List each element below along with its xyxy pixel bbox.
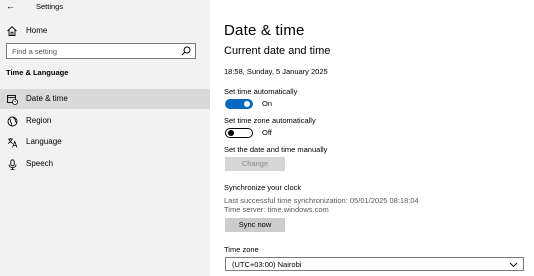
change-button[interactable]: Change [225, 157, 285, 171]
back-button[interactable]: ← [6, 0, 15, 12]
set-timezone-auto-toggle[interactable] [225, 128, 253, 138]
sidebar: ← Settings Home Time & Language Date & t… [0, 0, 210, 276]
chevron-down-icon [509, 262, 518, 268]
set-time-auto-toggle[interactable] [225, 99, 253, 109]
calendar-clock-icon [7, 95, 18, 105]
sidebar-item-label: Language [26, 137, 62, 146]
home-icon [7, 26, 17, 36]
set-time-auto-label: Set time automatically [224, 87, 298, 96]
timezone-dropdown[interactable]: (UTC+03:00) Nairobi [225, 257, 524, 271]
language-icon [7, 138, 18, 148]
home-nav-item[interactable]: Home [0, 22, 210, 40]
section-header: Time & Language [6, 68, 69, 77]
set-timezone-auto-label: Set time zone automatically [224, 116, 316, 125]
set-time-auto-state: On [262, 99, 273, 108]
timezone-value: (UTC+03:00) Nairobi [232, 260, 302, 269]
current-datetime: 18:58, Sunday, 5 January 2025 [224, 67, 328, 76]
timezone-label: Time zone [224, 245, 259, 254]
sidebar-item-label: Date & time [26, 94, 68, 103]
toggle-knob [228, 130, 234, 136]
home-label: Home [26, 26, 48, 35]
microphone-icon [8, 159, 17, 170]
sidebar-item-region[interactable]: Region [0, 111, 210, 131]
sidebar-item-label: Region [26, 116, 52, 125]
set-timezone-auto-state: Off [262, 128, 272, 137]
search-icon[interactable] [181, 46, 191, 56]
app-title: Settings [36, 2, 64, 11]
section-title: Current date and time [224, 45, 331, 57]
search-box[interactable] [6, 43, 196, 59]
sidebar-item-date-time[interactable]: Date & time [0, 89, 210, 109]
sidebar-item-speech[interactable]: Speech [0, 154, 210, 174]
sync-title: Synchronize your clock [224, 183, 302, 192]
title-bar: ← Settings [0, 0, 210, 14]
sidebar-item-label: Speech [26, 159, 54, 168]
time-server-text: Time server: time.windows.com [224, 205, 329, 214]
toggle-knob [244, 101, 250, 107]
sidebar-item-language[interactable]: Language [0, 132, 210, 152]
globe-icon [7, 116, 18, 127]
search-input[interactable] [7, 44, 177, 58]
sync-now-button[interactable]: Sync now [225, 218, 285, 232]
manual-time-label: Set the date and time manually [224, 145, 328, 154]
main-content: Date & time Current date and time 18:58,… [210, 0, 534, 276]
page-title: Date & time [224, 22, 305, 39]
